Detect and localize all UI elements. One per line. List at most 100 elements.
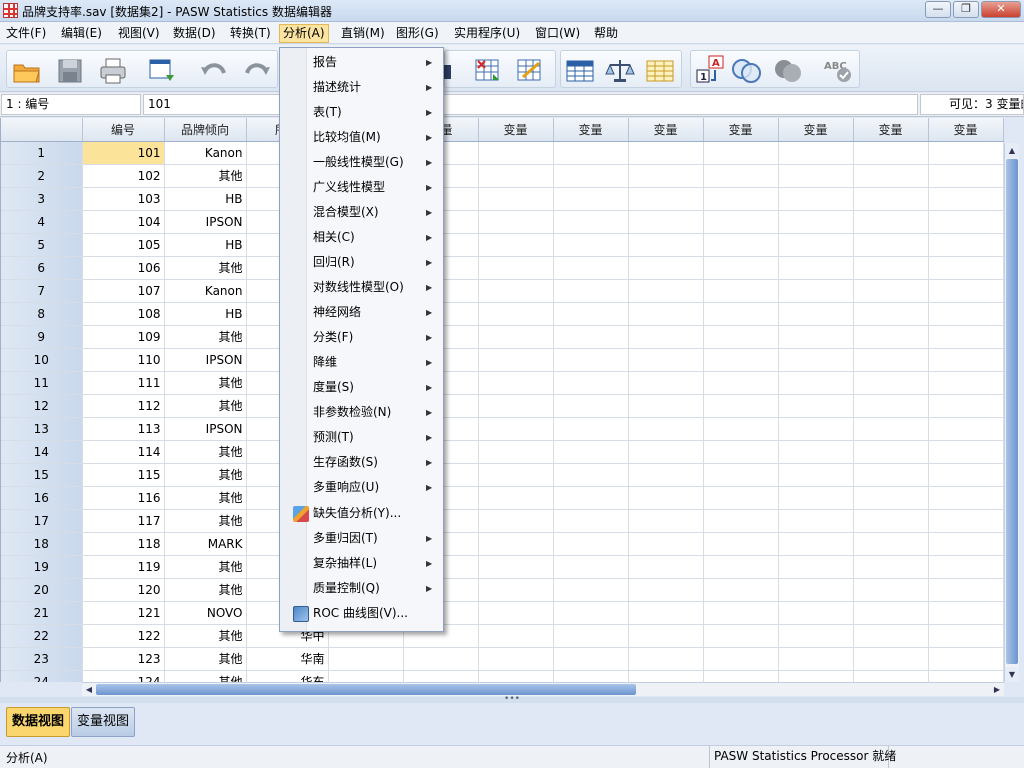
empty-cell[interactable] <box>553 670 629 682</box>
empty-cell[interactable] <box>628 417 704 441</box>
empty-cell[interactable] <box>928 233 1004 257</box>
analyze-menu-item[interactable]: 描述统计 ▶ <box>280 75 443 100</box>
cell-id[interactable]: 114 <box>82 440 165 464</box>
empty-cell[interactable] <box>778 647 854 671</box>
cell-brand[interactable]: 其他 <box>164 555 247 579</box>
row-number[interactable]: 10 <box>1 348 83 372</box>
minimize-button[interactable]: — <box>925 1 951 18</box>
empty-cell[interactable] <box>928 463 1004 487</box>
empty-cell[interactable] <box>928 256 1004 280</box>
empty-cell[interactable] <box>928 210 1004 234</box>
cell-id[interactable]: 115 <box>82 463 165 487</box>
row-number[interactable]: 3 <box>1 187 83 211</box>
empty-cell[interactable] <box>778 463 854 487</box>
column-header[interactable]: 变量 <box>778 118 854 142</box>
scroll-left-icon[interactable]: ◀ <box>82 683 96 696</box>
cell-id[interactable]: 124 <box>82 670 165 682</box>
value-labels-icon[interactable]: A 1 <box>695 55 725 83</box>
empty-cell[interactable] <box>478 187 554 211</box>
insert-cases-icon[interactable] <box>473 57 503 85</box>
scroll-up-icon[interactable]: ▲ <box>1005 143 1019 158</box>
tab-variable-view[interactable]: 变量视图 <box>71 707 136 737</box>
empty-cell[interactable] <box>928 440 1004 464</box>
empty-cell[interactable] <box>553 256 629 280</box>
row-number[interactable]: 23 <box>1 647 83 671</box>
empty-cell[interactable] <box>928 279 1004 303</box>
horizontal-scrollbar[interactable]: ◀ ▶ <box>82 682 1004 696</box>
cell-id[interactable]: 104 <box>82 210 165 234</box>
close-button[interactable]: ✕ <box>981 1 1021 18</box>
menu-data[interactable]: 数据(D) <box>170 24 219 43</box>
cell-id[interactable]: 113 <box>82 417 165 441</box>
cell-id[interactable]: 106 <box>82 256 165 280</box>
empty-cell[interactable] <box>928 578 1004 602</box>
analyze-menu-item[interactable]: 对数线性模型(O) ▶ <box>280 275 443 300</box>
cell-brand[interactable]: NOVO <box>164 601 247 625</box>
empty-cell[interactable] <box>478 279 554 303</box>
row-number[interactable]: 15 <box>1 463 83 487</box>
empty-cell[interactable] <box>853 417 929 441</box>
menu-help[interactable]: 帮助 <box>591 24 621 43</box>
empty-cell[interactable] <box>478 601 554 625</box>
empty-cell[interactable] <box>628 279 704 303</box>
empty-cell[interactable] <box>478 624 554 648</box>
empty-cell[interactable] <box>703 256 779 280</box>
empty-cell[interactable] <box>853 233 929 257</box>
empty-cell[interactable] <box>553 440 629 464</box>
empty-cell[interactable] <box>553 348 629 372</box>
cell-brand[interactable]: IPSON <box>164 417 247 441</box>
empty-cell[interactable] <box>778 325 854 349</box>
empty-cell[interactable] <box>778 302 854 326</box>
empty-cell[interactable] <box>478 670 554 682</box>
row-number[interactable]: 5 <box>1 233 83 257</box>
empty-cell[interactable] <box>553 486 629 510</box>
empty-cell[interactable] <box>478 509 554 533</box>
cell-brand[interactable]: 其他 <box>164 325 247 349</box>
empty-cell[interactable] <box>853 601 929 625</box>
empty-cell[interactable] <box>628 670 704 682</box>
cell-brand[interactable]: 其他 <box>164 164 247 188</box>
row-number[interactable]: 22 <box>1 624 83 648</box>
row-number[interactable]: 11 <box>1 371 83 395</box>
empty-cell[interactable] <box>628 348 704 372</box>
cell-id[interactable]: 108 <box>82 302 165 326</box>
empty-cell[interactable] <box>478 302 554 326</box>
cell-id[interactable]: 102 <box>82 164 165 188</box>
redo-icon[interactable] <box>242 57 272 85</box>
empty-cell[interactable] <box>703 670 779 682</box>
empty-cell[interactable] <box>703 210 779 234</box>
scroll-right-icon[interactable]: ▶ <box>990 683 1004 696</box>
empty-cell[interactable] <box>853 394 929 418</box>
empty-cell[interactable] <box>778 670 854 682</box>
column-header[interactable]: 变量 <box>628 118 704 142</box>
empty-cell[interactable] <box>703 302 779 326</box>
show-all-icon[interactable] <box>773 57 803 85</box>
dialog-recall-icon[interactable] <box>147 57 177 85</box>
cell-brand[interactable]: 其他 <box>164 256 247 280</box>
empty-cell[interactable] <box>703 555 779 579</box>
row-number[interactable]: 16 <box>1 486 83 510</box>
cell-brand[interactable]: 其他 <box>164 394 247 418</box>
empty-cell[interactable] <box>478 394 554 418</box>
empty-cell[interactable] <box>478 371 554 395</box>
cell-id[interactable]: 122 <box>82 624 165 648</box>
empty-cell[interactable] <box>928 187 1004 211</box>
empty-cell[interactable] <box>703 348 779 372</box>
empty-cell[interactable] <box>853 141 929 165</box>
analyze-menu-item[interactable]: 质量控制(Q) ▶ <box>280 576 443 601</box>
analyze-menu-item[interactable]: 神经网络 ▶ <box>280 300 443 325</box>
cell-id[interactable]: 103 <box>82 187 165 211</box>
row-number[interactable]: 13 <box>1 417 83 441</box>
cell-id[interactable]: 121 <box>82 601 165 625</box>
menu-analyze[interactable]: 分析(A) <box>279 24 329 43</box>
empty-cell[interactable] <box>778 371 854 395</box>
empty-cell[interactable] <box>553 279 629 303</box>
row-number[interactable]: 9 <box>1 325 83 349</box>
row-number[interactable]: 21 <box>1 601 83 625</box>
empty-cell[interactable] <box>778 624 854 648</box>
row-number[interactable]: 14 <box>1 440 83 464</box>
empty-cell[interactable] <box>853 371 929 395</box>
cell-brand[interactable]: 其他 <box>164 670 247 682</box>
split-file-icon[interactable] <box>565 57 595 85</box>
menu-direct-marketing[interactable]: 直销(M) <box>338 24 388 43</box>
